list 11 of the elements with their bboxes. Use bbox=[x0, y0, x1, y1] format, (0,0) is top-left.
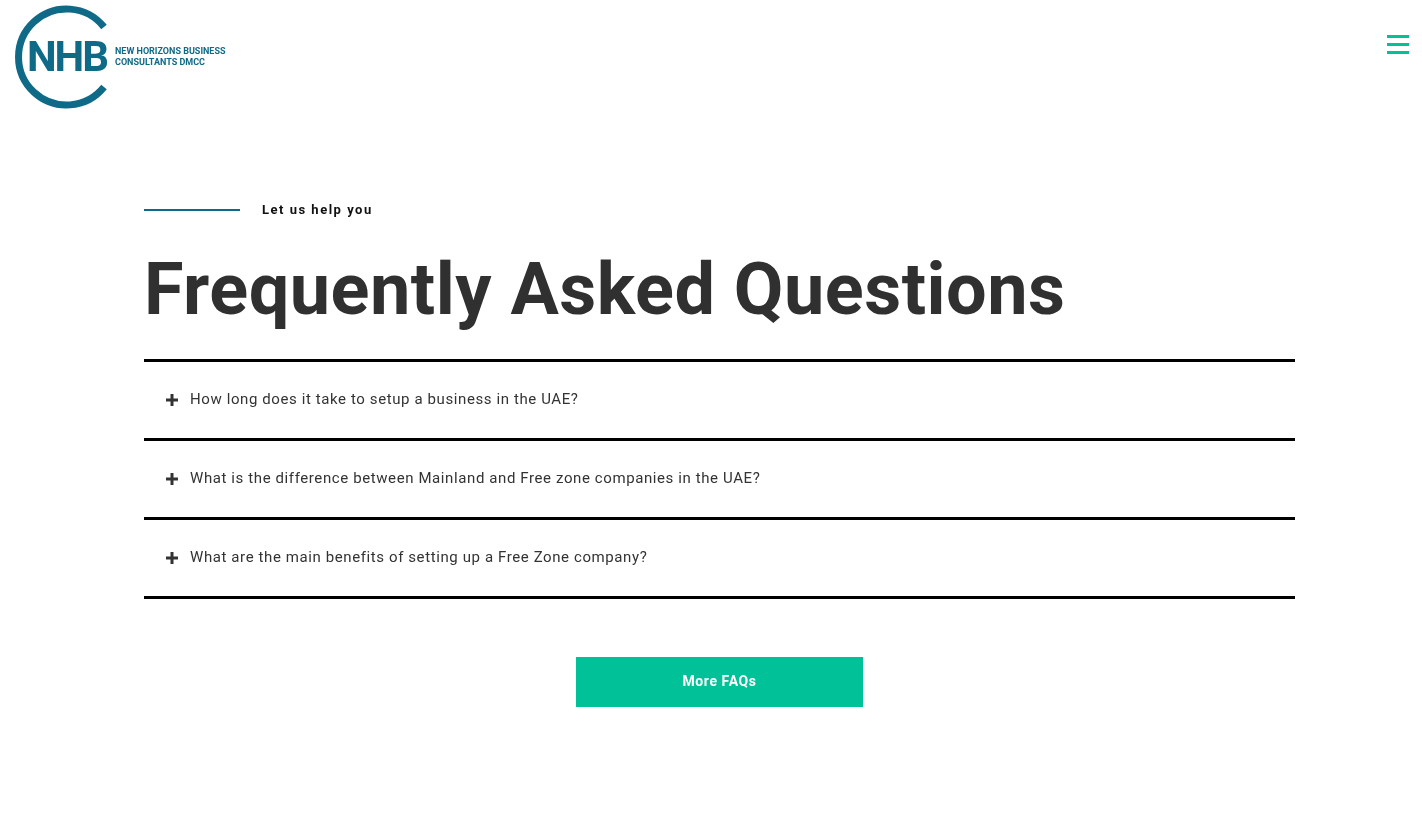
plus-icon bbox=[166, 551, 178, 564]
faq-question[interactable]: What are the main benefits of setting up a Free Zone company? bbox=[144, 519, 1295, 596]
plus-icon bbox=[166, 393, 178, 406]
menu-button[interactable] bbox=[1387, 35, 1409, 54]
faq-question[interactable]: What is the difference between Mainland and Free zone companies in the UAE? bbox=[144, 440, 1295, 517]
company-name: NEW HORIZONS BUSINESS CONSULTANTS DMCC bbox=[115, 46, 226, 68]
faq-question[interactable]: How long does it take to setup a business in the UAE? bbox=[144, 361, 1295, 438]
plus-icon bbox=[166, 472, 178, 485]
logo-mark[interactable]: NHB bbox=[7, 5, 111, 109]
eyebrow-text: Let us help you bbox=[262, 201, 373, 219]
page-title: Frequently Asked Questions bbox=[144, 247, 1067, 332]
